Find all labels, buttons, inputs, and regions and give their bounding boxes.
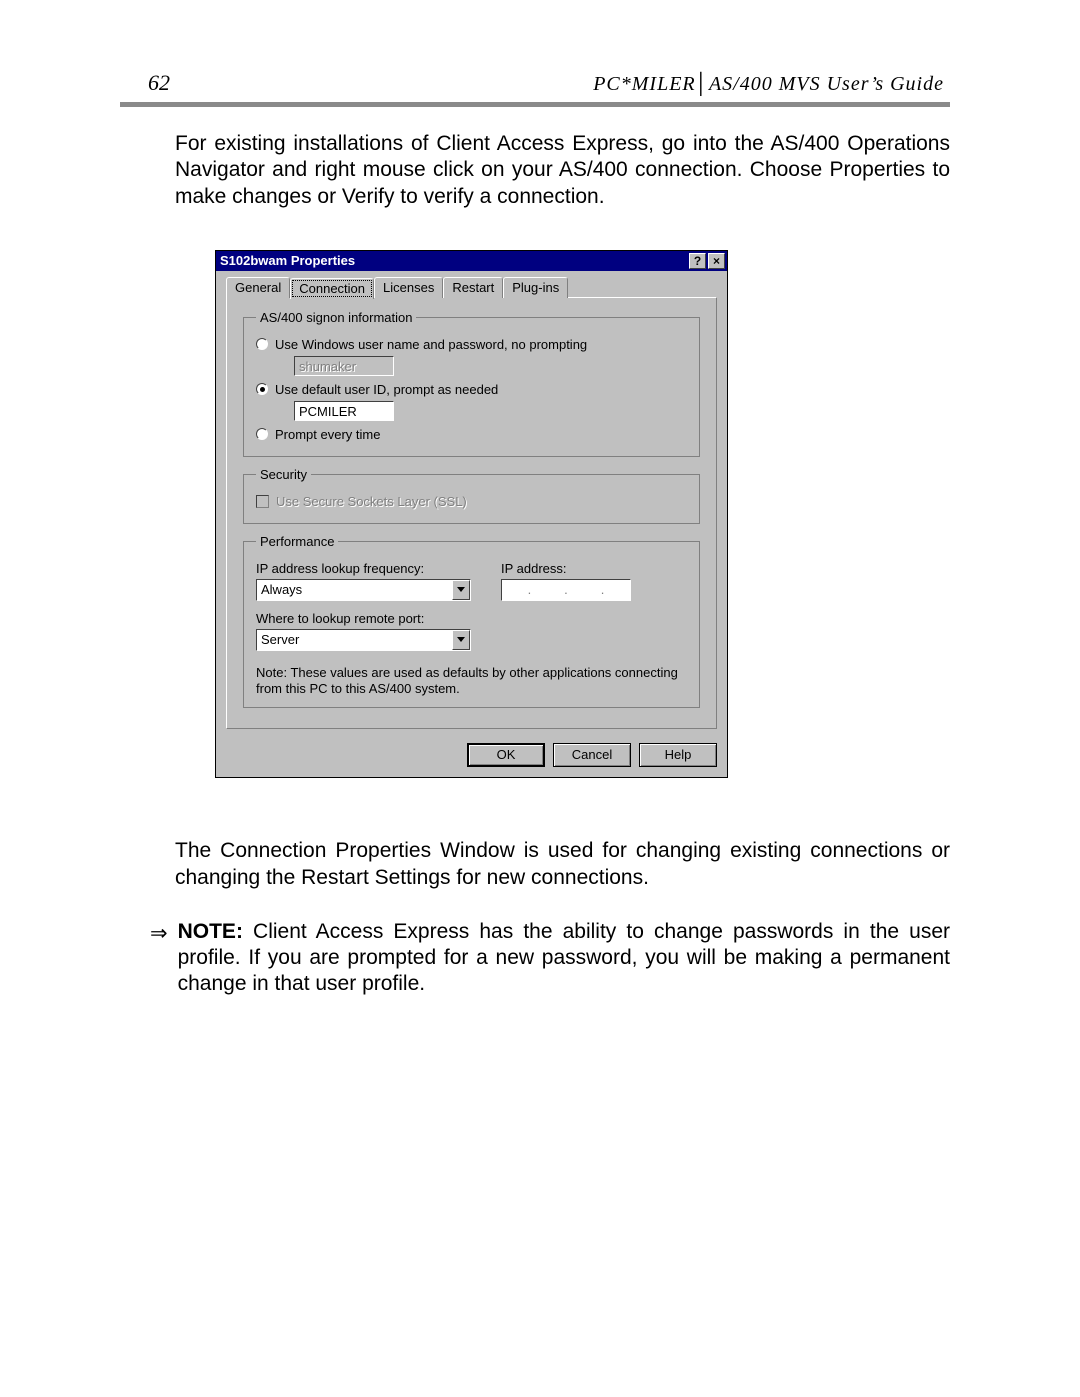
tab-panel-connection: AS/400 signon information Use Windows us… (226, 297, 717, 730)
chevron-down-icon[interactable] (452, 630, 470, 650)
ip-lookup-value: Always (257, 580, 452, 600)
radio-icon[interactable] (256, 383, 268, 395)
radio-icon[interactable] (256, 338, 268, 350)
intro-paragraph: For existing installations of Client Acc… (175, 131, 950, 210)
properties-dialog: S102bwam Properties ? × General Connecti… (215, 250, 728, 779)
ssl-label: Use Secure Sockets Layer (SSL) (276, 494, 467, 509)
windows-user-field: shumaker (294, 356, 687, 376)
group-performance-legend: Performance (256, 534, 338, 549)
remote-port-label: Where to lookup remote port: (256, 611, 687, 626)
radio-windows-row[interactable]: Use Windows user name and password, no p… (256, 337, 687, 352)
arrow-icon: ⇒ (150, 919, 168, 998)
remote-port-value: Server (257, 630, 452, 650)
perf-row-1: IP address lookup frequency: Always IP a… (256, 561, 687, 601)
ssl-row: Use Secure Sockets Layer (SSL) (256, 494, 687, 509)
remote-port-combo[interactable]: Server (256, 629, 471, 651)
radio-prompt-row[interactable]: Prompt every time (256, 427, 687, 442)
group-security-legend: Security (256, 467, 311, 482)
dialog-button-row: OK Cancel Help (216, 739, 727, 777)
default-user-field[interactable]: PCMILER (294, 401, 687, 421)
group-signon-legend: AS/400 signon information (256, 310, 416, 325)
ip-address-field[interactable]: . . . (501, 579, 631, 601)
ip-dot: . (601, 582, 605, 597)
note-label: NOTE: (178, 920, 243, 943)
performance-note: Note: These values are used as defaults … (256, 665, 687, 698)
titlebar[interactable]: S102bwam Properties ? × (216, 251, 727, 271)
ip-dot: . (528, 582, 532, 597)
tab-plugins[interactable]: Plug-ins (503, 277, 568, 298)
tab-connection[interactable]: Connection (290, 278, 374, 299)
help-icon[interactable]: ? (689, 253, 706, 269)
header-rule (120, 102, 950, 107)
dialog-client: General Connection Licenses Restart Plug… (216, 271, 727, 740)
page-header: 62 PC*MILER│AS/400 MVS User’s Guide (120, 70, 950, 102)
close-icon[interactable]: × (708, 253, 725, 269)
radio-default-row[interactable]: Use default user ID, prompt as needed (256, 382, 687, 397)
tab-restart[interactable]: Restart (443, 277, 503, 298)
radio-prompt-label: Prompt every time (275, 427, 380, 442)
tab-licenses[interactable]: Licenses (374, 277, 443, 298)
usage-paragraph: The Connection Properties Window is used… (175, 838, 950, 891)
guide-title: PC*MILER│AS/400 MVS User’s Guide (593, 73, 944, 96)
help-button[interactable]: Help (639, 743, 717, 767)
ip-address-label: IP address: (501, 561, 687, 576)
group-signon: AS/400 signon information Use Windows us… (243, 310, 700, 457)
note-paragraph: ⇒ NOTE: Client Access Express has the ab… (150, 919, 950, 998)
group-performance: Performance IP address lookup frequency:… (243, 534, 700, 709)
cancel-button[interactable]: Cancel (553, 743, 631, 767)
tab-strip: General Connection Licenses Restart Plug… (226, 277, 717, 298)
radio-default-label: Use default user ID, prompt as needed (275, 382, 498, 397)
ip-address-col: IP address: . . . (501, 561, 687, 601)
default-user-value[interactable]: PCMILER (294, 401, 394, 421)
windows-user-value: shumaker (294, 356, 394, 376)
ip-dot: . (564, 582, 568, 597)
dialog-figure: S102bwam Properties ? × General Connecti… (215, 250, 950, 779)
radio-windows-label: Use Windows user name and password, no p… (275, 337, 587, 352)
ip-lookup-combo[interactable]: Always (256, 579, 471, 601)
page-number: 62 (148, 70, 170, 96)
ok-button[interactable]: OK (467, 743, 545, 767)
ip-lookup-col: IP address lookup frequency: Always (256, 561, 471, 601)
note-body: NOTE: Client Access Express has the abil… (178, 919, 950, 998)
remote-port-block: Where to lookup remote port: Server (256, 611, 687, 651)
chevron-down-icon[interactable] (452, 580, 470, 600)
ip-lookup-label: IP address lookup frequency: (256, 561, 471, 576)
group-security: Security Use Secure Sockets Layer (SSL) (243, 467, 700, 524)
checkbox-icon (256, 495, 269, 508)
titlebar-text: S102bwam Properties (220, 253, 687, 268)
note-text-content: Client Access Express has the ability to… (178, 920, 950, 996)
radio-icon[interactable] (256, 428, 268, 440)
document-page: 62 PC*MILER│AS/400 MVS User’s Guide For … (0, 0, 1080, 1397)
tab-general[interactable]: General (226, 277, 290, 298)
